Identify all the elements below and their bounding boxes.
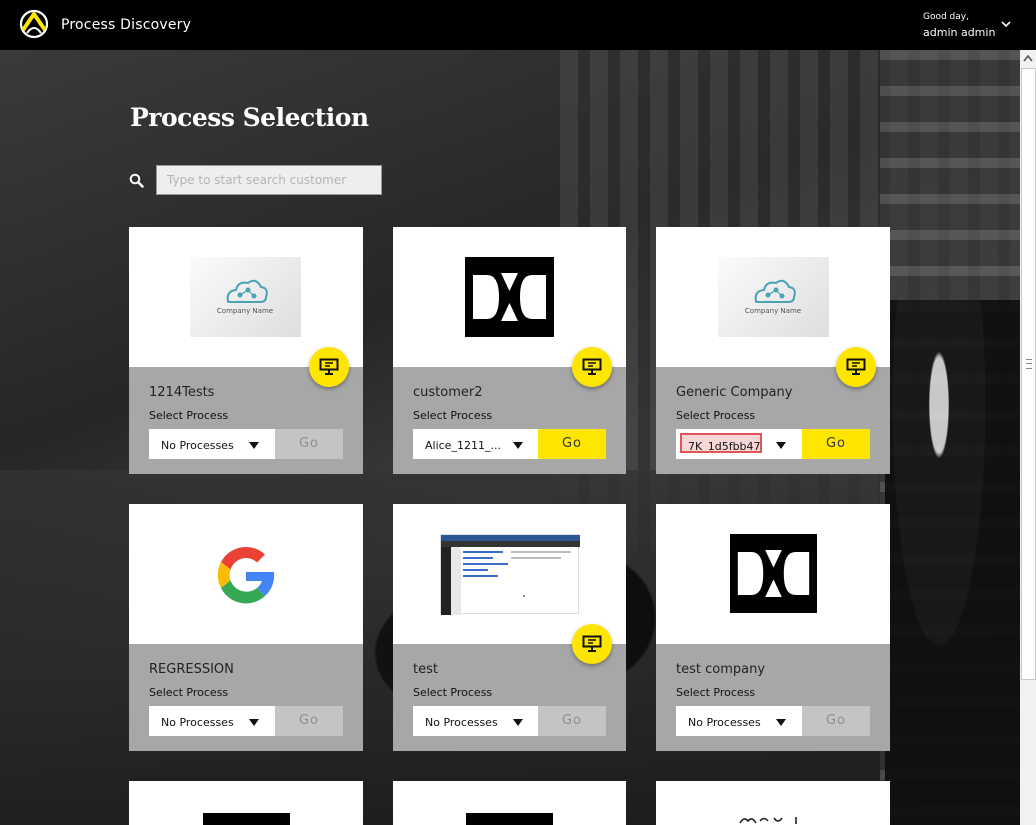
customer-name: 1214Tests bbox=[149, 385, 215, 400]
select-process-label: Select Process bbox=[676, 686, 756, 699]
dxc-logo-icon bbox=[737, 550, 810, 597]
go-button[interactable]: Go bbox=[275, 429, 343, 459]
search-icon bbox=[129, 173, 144, 188]
customer-name: test company bbox=[676, 662, 766, 677]
company-logo bbox=[466, 813, 553, 825]
select-process-label: Select Process bbox=[149, 686, 229, 699]
process-select-value: No Processes bbox=[688, 716, 761, 729]
cloud-logo-icon: Company Name bbox=[745, 279, 801, 315]
process-select-value: Alice_1211_... bbox=[425, 439, 501, 452]
card-logo-area: Company Name bbox=[656, 227, 890, 367]
go-button[interactable]: Go bbox=[802, 429, 870, 459]
select-process-label: Select Process bbox=[149, 409, 229, 422]
vertical-scrollbar[interactable] bbox=[1020, 50, 1036, 825]
card-logo-area bbox=[656, 781, 890, 825]
go-button[interactable]: Go bbox=[538, 429, 606, 459]
page-title: Process Selection bbox=[130, 103, 369, 132]
app-title: Process Discovery bbox=[61, 17, 192, 33]
screenshot-thumbnail bbox=[440, 534, 580, 615]
greeting-text: Good day, bbox=[923, 12, 969, 22]
process-select[interactable]: Alice_1211_... bbox=[413, 429, 538, 459]
process-select[interactable]: No Processes bbox=[676, 706, 802, 736]
select-process-label: Select Process bbox=[676, 409, 756, 422]
company-logo bbox=[730, 534, 817, 613]
top-bar: Process Discovery Good day, admin admin bbox=[0, 0, 1036, 50]
scrollbar-thumb[interactable] bbox=[1021, 68, 1036, 680]
monitor-icon bbox=[846, 358, 866, 375]
go-button[interactable]: Go bbox=[538, 706, 606, 736]
card-logo-area: Company Name bbox=[129, 227, 363, 367]
customer-card: customer2 Select Process Alice_1211_... … bbox=[393, 227, 626, 474]
customer-card bbox=[656, 781, 890, 825]
screen-recording-button[interactable] bbox=[572, 624, 612, 664]
scroll-up-arrow-icon[interactable] bbox=[1020, 50, 1036, 67]
cloud-logo-icon: Company Name bbox=[217, 279, 273, 315]
customer-name: REGRESSION bbox=[149, 662, 234, 677]
go-button[interactable]: Go bbox=[275, 706, 343, 736]
card-logo-area bbox=[393, 227, 626, 367]
dropdown-caret-icon bbox=[776, 719, 786, 726]
customer-card: test company Select Process No Processes… bbox=[656, 504, 890, 751]
go-button[interactable]: Go bbox=[802, 706, 870, 736]
customer-card: Company Name 1214Tests Select Process No… bbox=[129, 227, 363, 474]
screen-recording-button[interactable] bbox=[572, 347, 612, 387]
monitor-icon bbox=[319, 358, 339, 375]
screen-recording-button[interactable] bbox=[836, 347, 876, 387]
dropdown-caret-icon bbox=[776, 442, 786, 449]
dxc-logo-icon bbox=[473, 273, 546, 321]
process-select-value: No Processes bbox=[161, 716, 234, 729]
process-select[interactable]: No Processes bbox=[413, 706, 538, 736]
process-select[interactable]: No Processes bbox=[149, 706, 275, 736]
dropdown-caret-icon bbox=[513, 442, 523, 449]
monitor-icon bbox=[582, 635, 602, 652]
select-process-label: Select Process bbox=[413, 686, 493, 699]
company-logo: Company Name bbox=[190, 257, 301, 337]
process-select-value: No Processes bbox=[425, 716, 498, 729]
company-logo-icon bbox=[739, 817, 797, 824]
monitor-icon bbox=[582, 358, 602, 375]
company-logo bbox=[465, 257, 554, 337]
dropdown-caret-icon bbox=[249, 442, 259, 449]
screen-recording-button[interactable] bbox=[309, 347, 349, 387]
customer-name: Generic Company bbox=[676, 385, 793, 400]
customer-card: REGRESSION Select Process No Processes G… bbox=[129, 504, 363, 751]
screenshot-thumbnail-image bbox=[441, 535, 580, 615]
company-logo bbox=[203, 813, 290, 825]
process-select-value: No Processes bbox=[161, 439, 234, 452]
customer-search-input[interactable] bbox=[156, 165, 382, 195]
card-logo-area bbox=[129, 504, 363, 644]
process-select[interactable]: No Processes bbox=[149, 429, 275, 459]
card-logo-area bbox=[393, 781, 626, 825]
process-select-value: 7K_1d5fbb47 bbox=[680, 433, 762, 453]
app-logo-icon[interactable] bbox=[19, 9, 49, 39]
company-logo: Company Name bbox=[718, 257, 829, 337]
svg-text:Company Name: Company Name bbox=[745, 307, 801, 315]
dropdown-caret-icon bbox=[249, 719, 259, 726]
google-g-logo-icon bbox=[217, 546, 275, 604]
card-logo-area bbox=[656, 504, 890, 644]
customer-card bbox=[393, 781, 626, 825]
customer-card bbox=[129, 781, 363, 825]
customer-card: test Select Process No Processes Go bbox=[393, 504, 626, 751]
customer-name: customer2 bbox=[413, 385, 483, 400]
card-details: test company Select Process No Processes… bbox=[656, 644, 890, 751]
chevron-down-icon[interactable] bbox=[1000, 19, 1012, 29]
user-name[interactable]: admin admin bbox=[923, 26, 995, 39]
card-logo-area bbox=[129, 781, 363, 825]
card-details: REGRESSION Select Process No Processes G… bbox=[129, 644, 363, 751]
select-process-label: Select Process bbox=[413, 409, 493, 422]
customer-card: Company Name Generic Company Select Proc… bbox=[656, 227, 890, 474]
dropdown-caret-icon bbox=[513, 719, 523, 726]
customer-name: test bbox=[413, 662, 438, 677]
svg-text:Company Name: Company Name bbox=[217, 307, 273, 315]
card-logo-area bbox=[393, 504, 626, 644]
process-select[interactable]: 7K_1d5fbb47 bbox=[676, 429, 802, 459]
